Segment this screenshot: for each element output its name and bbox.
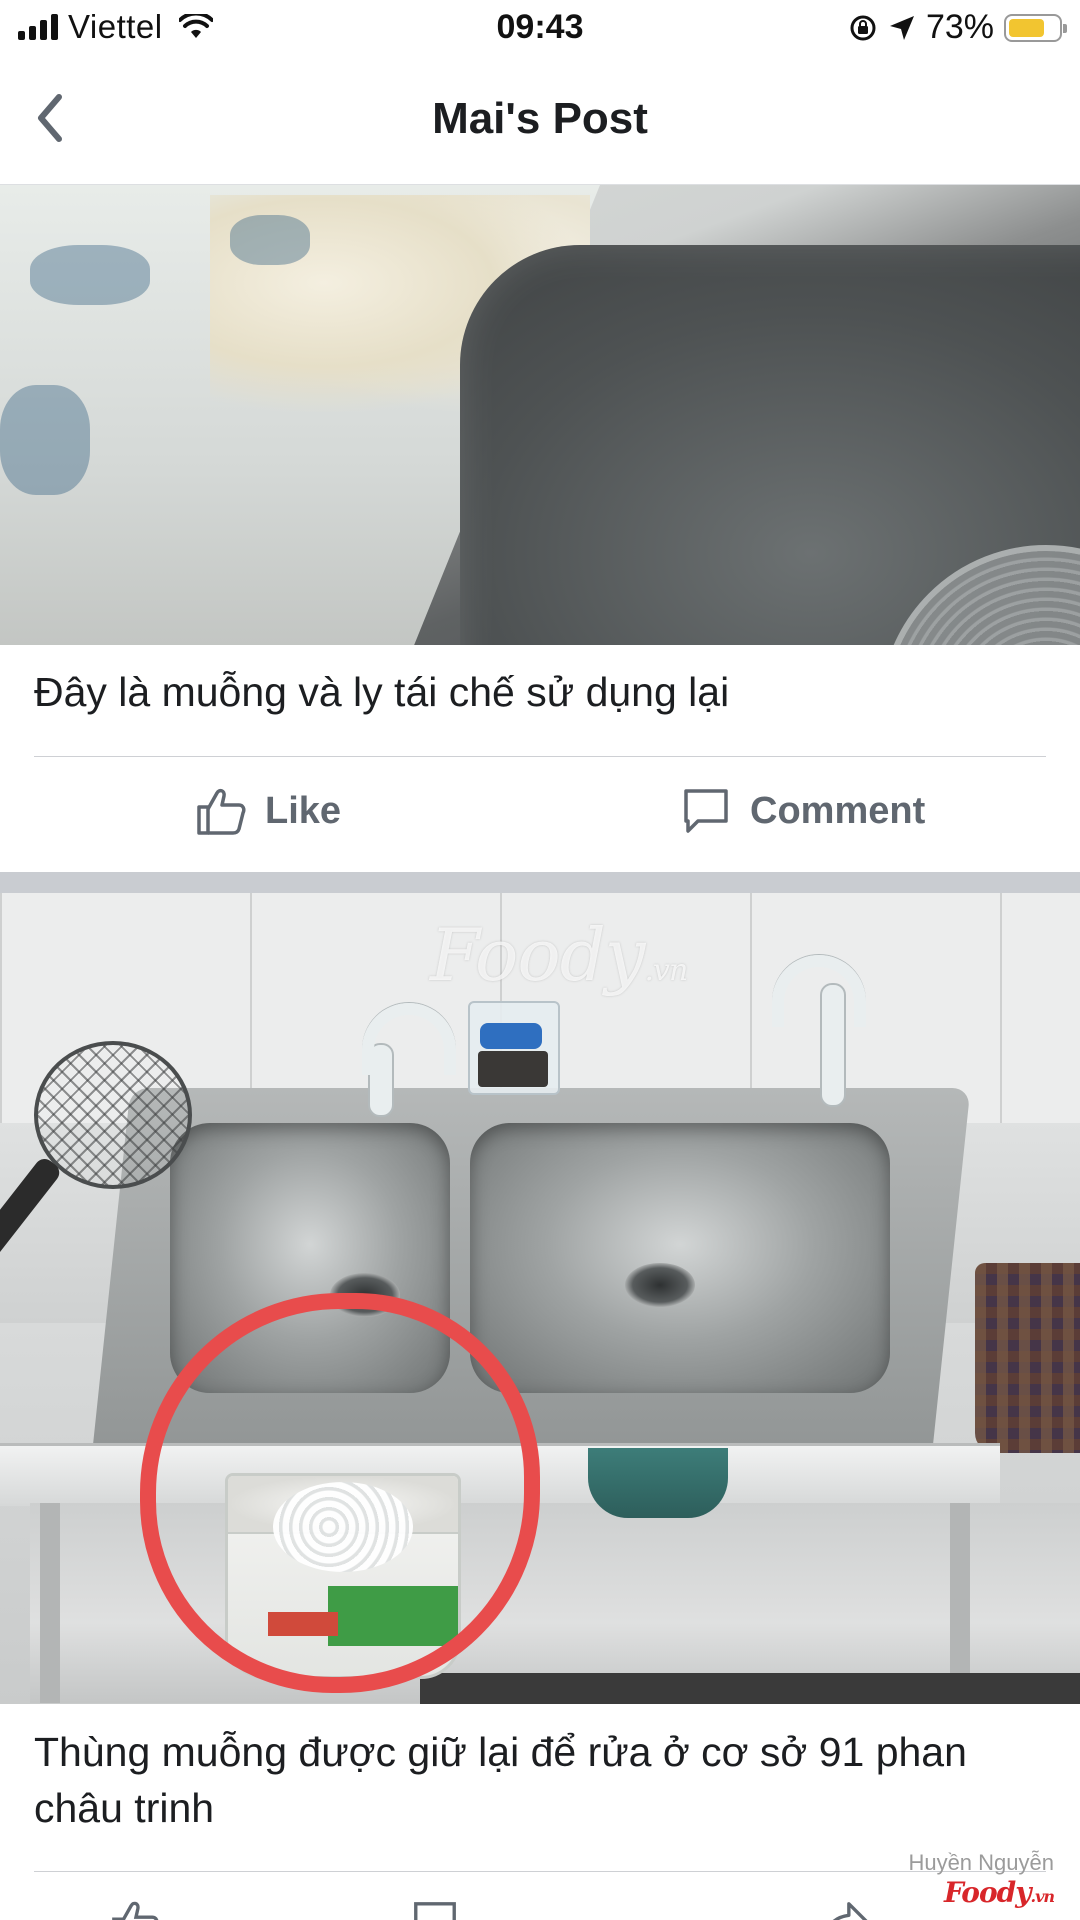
credit-watermark: Huyền Nguyễn Foody.vn xyxy=(908,1850,1055,1909)
credit-brand-suffix: .vn xyxy=(1030,1887,1055,1906)
nav-header: Mai's Post xyxy=(0,58,1080,185)
photo-bag-mark xyxy=(30,245,150,305)
status-right: 73% xyxy=(848,8,1067,47)
image-watermark: Foody.vn xyxy=(430,913,688,997)
photo-gas-tank xyxy=(588,1448,728,1518)
photo-sponge-holder xyxy=(468,1001,560,1095)
like-button[interactable]: Like xyxy=(195,785,341,837)
battery-nub xyxy=(1063,23,1067,33)
post-caption: Đây là muỗng và ly tái chế sử dụng lại xyxy=(34,669,730,715)
like-button-partial[interactable] xyxy=(110,1898,160,1920)
credit-brand-text: Foody xyxy=(943,1876,1032,1909)
photo-bag-mark xyxy=(230,215,310,265)
watermark-suffix: .vn xyxy=(644,953,688,988)
location-arrow-icon xyxy=(889,15,914,40)
status-bar: Viettel 09:43 73% xyxy=(0,0,1080,58)
photo-sink-bowl-right xyxy=(470,1123,890,1393)
battery-icon xyxy=(1004,13,1067,42)
comment-icon xyxy=(684,789,728,833)
comment-button-partial[interactable] xyxy=(410,1898,460,1920)
photo-floor xyxy=(420,1673,1080,1704)
feed-separator xyxy=(0,872,1080,893)
annotation-circle xyxy=(140,1293,540,1693)
post-photo-1[interactable] xyxy=(0,185,1080,645)
photo-drain xyxy=(625,1263,695,1307)
post-photo-2[interactable]: Foody.vn xyxy=(0,893,1080,1704)
page-title: Mai's Post xyxy=(432,94,648,143)
thumbs-up-icon xyxy=(197,788,246,835)
comment-button[interactable]: Comment xyxy=(680,785,925,837)
photo-cloth xyxy=(975,1263,1080,1453)
like-label: Like xyxy=(265,789,342,832)
photo-sponge xyxy=(480,1023,542,1049)
credit-brand: Foody.vn xyxy=(908,1876,1055,1909)
rotation-lock-icon xyxy=(850,15,876,40)
divider xyxy=(34,756,1046,757)
share-icon xyxy=(832,1902,868,1920)
share-button-partial[interactable] xyxy=(820,1898,870,1920)
photo-bag-mark xyxy=(0,385,90,495)
post-caption: Thùng muỗng được giữ lại để rửa ở cơ sở … xyxy=(34,1729,967,1831)
thumbs-up-icon xyxy=(112,1901,159,1920)
comment-icon xyxy=(414,1902,456,1920)
credit-name: Huyền Nguyễn xyxy=(908,1850,1054,1875)
divider xyxy=(34,1871,1046,1872)
post-screen: Viettel 09:43 73% Mai's Post Đây là muỗn… xyxy=(0,0,1080,1920)
battery-fill xyxy=(1009,18,1044,37)
battery-percent: 73% xyxy=(925,8,994,46)
comment-label: Comment xyxy=(750,789,926,832)
watermark-text: Foody xyxy=(430,913,645,997)
photo-holder-base xyxy=(478,1051,548,1087)
photo-cabinet-post xyxy=(40,1503,60,1703)
